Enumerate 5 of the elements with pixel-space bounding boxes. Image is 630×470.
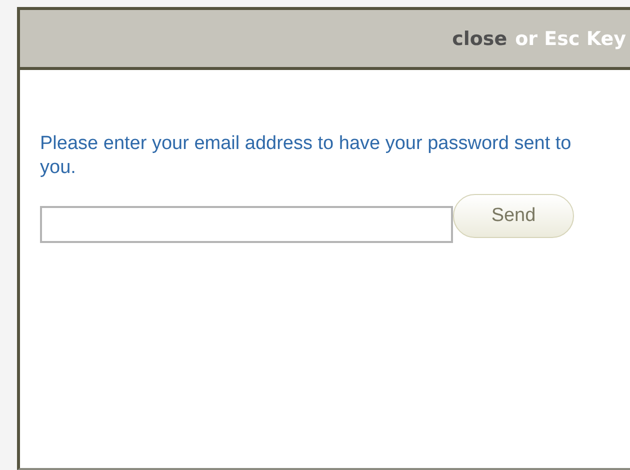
hint-text: or Esc Key	[515, 28, 626, 50]
close-link[interactable]: close	[452, 28, 508, 50]
instruction-text: Please enter your email address to have your password sent to you.	[40, 132, 572, 180]
email-field[interactable]	[40, 206, 453, 243]
send-button[interactable]: Send	[453, 194, 574, 238]
